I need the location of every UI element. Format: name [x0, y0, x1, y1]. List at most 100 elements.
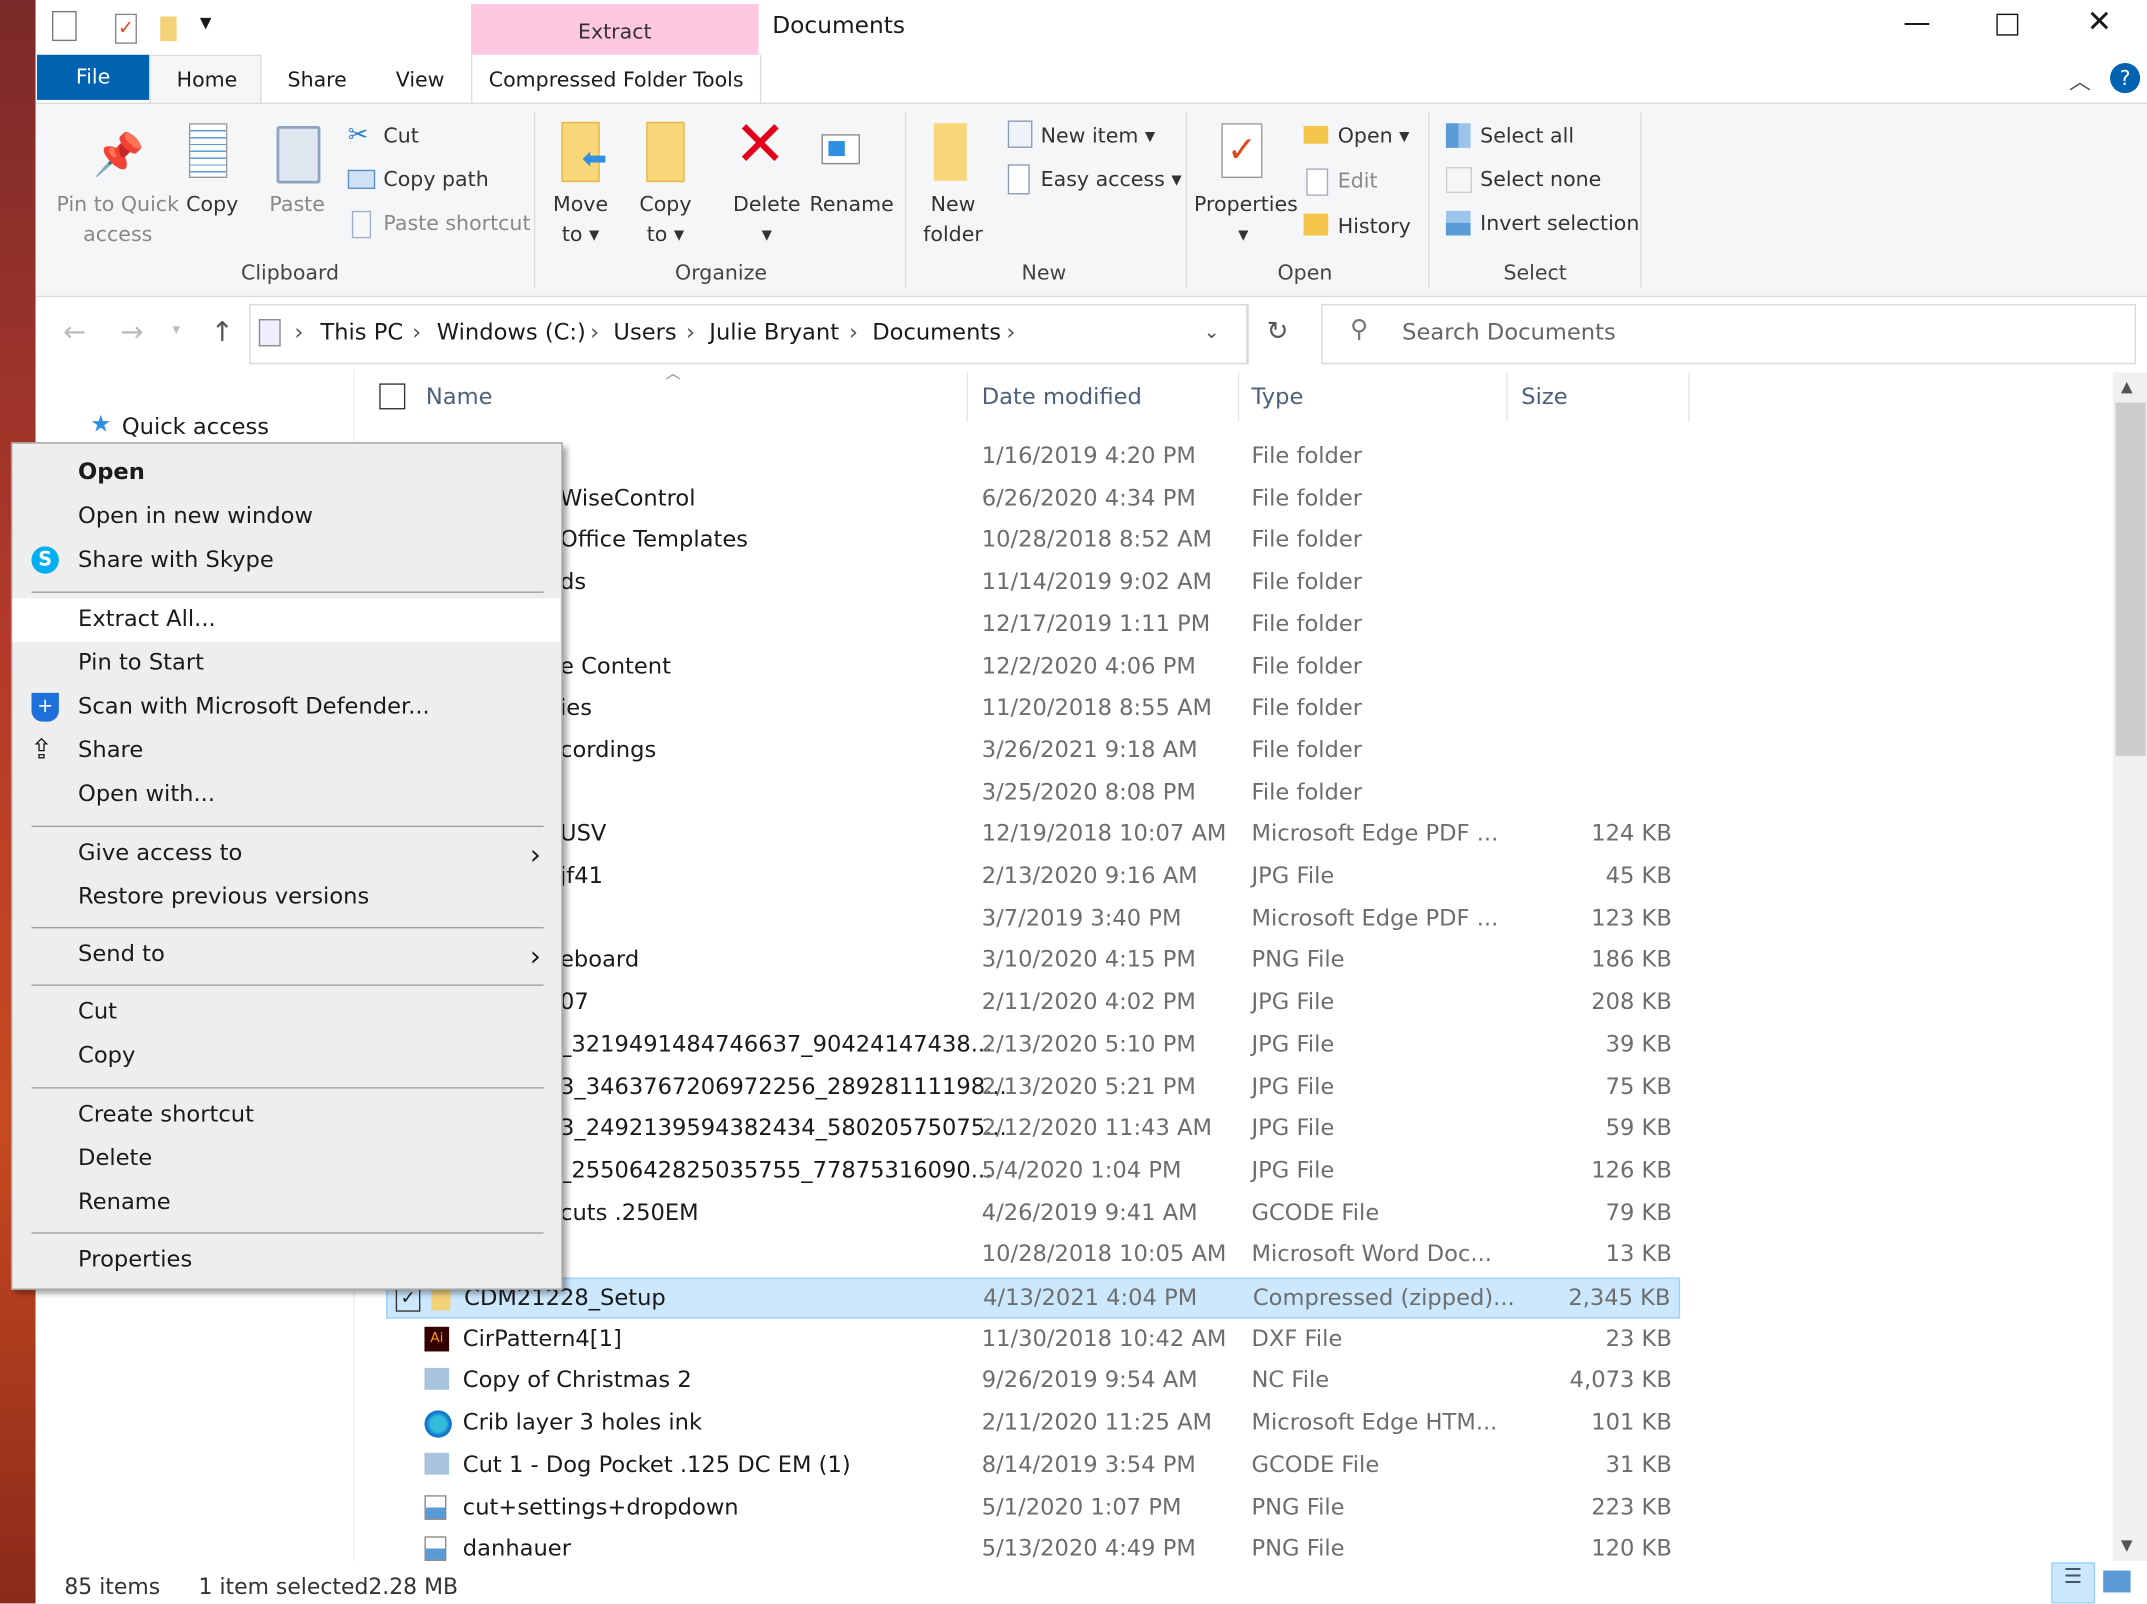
- file-row[interactable]: _3219491484746637_90424147438...2/13/202…: [386, 1025, 1680, 1066]
- delete-button[interactable]: Delete▾: [731, 189, 802, 249]
- minimize-button[interactable]: —: [1903, 5, 1930, 38]
- column-header-type[interactable]: Type: [1252, 383, 1304, 409]
- up-button[interactable]: ↑: [211, 315, 234, 348]
- file-row[interactable]: Cut 1 - Dog Pocket .125 DC EM (1)8/14/20…: [386, 1446, 1680, 1487]
- search-box[interactable]: ⚲ Search Documents: [1321, 304, 2136, 364]
- breadcrumb-chevron[interactable]: ›: [294, 319, 303, 345]
- breadcrumb-chevron[interactable]: ›: [686, 319, 695, 345]
- paste-button[interactable]: Paste: [266, 189, 329, 219]
- menu-item-copy[interactable]: Copy: [12, 1036, 560, 1080]
- column-divider[interactable]: [1688, 372, 1689, 421]
- menu-item-extract-all[interactable]: Extract All...: [12, 598, 560, 642]
- menu-item-properties[interactable]: Properties: [12, 1239, 560, 1283]
- folder-qat-icon[interactable]: [160, 16, 176, 41]
- address-bar[interactable]: › This PC › Windows (C:) › Users › Julie…: [249, 304, 1249, 364]
- file-row[interactable]: eboard3/10/2020 4:15 PMPNG File186 KB: [386, 941, 1680, 982]
- copy-button[interactable]: Copy: [181, 189, 244, 219]
- file-row[interactable]: Crib layer 3 holes ink2/11/2020 11:25 AM…: [386, 1404, 1680, 1445]
- select-all-checkbox[interactable]: [379, 383, 405, 409]
- breadcrumb-this-pc[interactable]: This PC: [320, 319, 403, 345]
- breadcrumb-chevron[interactable]: ›: [1006, 319, 1015, 345]
- file-row[interactable]: Copy of Christmas 29/26/2019 9:54 AMNC F…: [386, 1362, 1680, 1403]
- breadcrumb-chevron[interactable]: ›: [590, 319, 599, 345]
- file-row[interactable]: cordings3/26/2021 9:18 AMFile folder: [386, 731, 1680, 772]
- file-row[interactable]: cut+settings+dropdown5/1/2020 1:07 PMPNG…: [386, 1488, 1680, 1529]
- new-folder-button[interactable]: Newfolder: [917, 189, 988, 249]
- menu-item-cut[interactable]: Cut: [12, 992, 560, 1036]
- menu-item-give-access-to[interactable]: Give access to›: [12, 832, 560, 876]
- pin-to-quick-access-button[interactable]: Pin to Quickaccess: [44, 189, 192, 249]
- tab-share[interactable]: Share: [288, 67, 347, 92]
- column-header-size[interactable]: Size: [1521, 383, 1567, 409]
- file-row[interactable]: AiCirPattern4[1]11/30/2018 10:42 AMDXF F…: [386, 1320, 1680, 1361]
- menu-item-create-shortcut[interactable]: Create shortcut: [12, 1093, 560, 1137]
- collapse-ribbon-icon[interactable]: ︿: [2069, 63, 2091, 96]
- scroll-down-icon[interactable]: ▼: [2121, 1536, 2133, 1554]
- open-button[interactable]: Open ▾: [1338, 123, 1410, 148]
- file-row[interactable]: e Content12/2/2020 4:06 PMFile folder: [386, 647, 1680, 688]
- extract-tab-label[interactable]: Extract: [471, 19, 759, 44]
- file-row[interactable]: jf412/13/2020 9:16 AMJPG File45 KB: [386, 857, 1680, 898]
- rename-button[interactable]: Rename: [809, 189, 894, 219]
- new-item-button[interactable]: New item ▾: [1041, 123, 1156, 148]
- edit-button[interactable]: Edit: [1338, 168, 1378, 193]
- recent-locations-button[interactable]: ▾: [173, 320, 181, 338]
- tab-file[interactable]: File: [37, 55, 149, 100]
- file-row[interactable]: ✓CDM21228_Setup4/13/2021 4:04 PMCompress…: [386, 1278, 1680, 1319]
- breadcrumb-chevron[interactable]: ›: [412, 319, 421, 345]
- file-row[interactable]: ies11/20/2018 8:55 AMFile folder: [386, 689, 1680, 730]
- forward-button[interactable]: →: [120, 315, 143, 348]
- properties-button[interactable]: Properties▾: [1194, 189, 1293, 249]
- address-dropdown-icon[interactable]: ⌄: [1204, 322, 1220, 344]
- file-row[interactable]: 1/16/2019 4:20 PMFile folder: [386, 437, 1680, 478]
- help-icon[interactable]: ?: [2110, 63, 2140, 93]
- breadcrumb-chevron[interactable]: ›: [849, 319, 858, 345]
- file-row[interactable]: ds11/14/2019 9:02 AMFile folder: [386, 563, 1680, 604]
- file-row[interactable]: 072/11/2020 4:02 PMJPG File208 KB: [386, 983, 1680, 1024]
- select-none-button[interactable]: Select none: [1480, 167, 1601, 192]
- breadcrumb-julie-bryant[interactable]: Julie Bryant: [709, 319, 839, 345]
- file-row[interactable]: _2550642825035755_77875316090...5/4/2020…: [386, 1151, 1680, 1192]
- file-row[interactable]: danhauer5/13/2020 4:49 PMPNG File120 KB: [386, 1530, 1680, 1571]
- history-button[interactable]: History: [1338, 214, 1411, 239]
- column-header-name[interactable]: Name: [426, 383, 493, 409]
- file-row[interactable]: Office Templates10/28/2018 8:52 AMFile f…: [386, 521, 1680, 562]
- paste-shortcut-button[interactable]: Paste shortcut: [383, 211, 530, 236]
- file-row[interactable]: cuts .250EM4/26/2019 9:41 AMGCODE File79…: [386, 1193, 1680, 1234]
- file-row[interactable]: 3_2492139594382434_58020575075...2/12/20…: [386, 1109, 1680, 1150]
- details-view-button[interactable]: ☰: [2051, 1562, 2095, 1603]
- menu-item-share-with-skype[interactable]: SShare with Skype: [12, 540, 560, 584]
- maximize-button[interactable]: [1996, 14, 2018, 36]
- checkmark-qat-icon[interactable]: ✓: [115, 14, 137, 44]
- move-to-button[interactable]: Moveto ▾: [545, 189, 616, 249]
- menu-item-open-with[interactable]: Open with...: [12, 774, 560, 818]
- menu-item-pin-to-start[interactable]: Pin to Start: [12, 642, 560, 686]
- breadcrumb-documents[interactable]: Documents: [872, 319, 1001, 345]
- cut-button[interactable]: Cut: [383, 123, 418, 148]
- menu-item-share[interactable]: ⇪Share: [12, 730, 560, 774]
- menu-item-open-in-new-window[interactable]: Open in new window: [12, 496, 560, 540]
- menu-item-send-to[interactable]: Send to›: [12, 934, 560, 978]
- large-icons-view-button[interactable]: [2103, 1571, 2130, 1593]
- column-header-date[interactable]: Date modified: [982, 383, 1142, 409]
- menu-item-scan-with-microsoft-defender[interactable]: +Scan with Microsoft Defender...: [12, 686, 560, 730]
- properties-qat-icon[interactable]: [52, 11, 77, 41]
- menu-item-restore-previous-versions[interactable]: Restore previous versions: [12, 876, 560, 920]
- tab-view[interactable]: View: [396, 67, 445, 92]
- refresh-icon[interactable]: ↻: [1267, 316, 1289, 346]
- back-button[interactable]: ←: [63, 315, 86, 348]
- file-row[interactable]: 3/7/2019 3:40 PMMicrosoft Edge PDF ...12…: [386, 899, 1680, 940]
- close-button[interactable]: ✕: [2087, 5, 2112, 39]
- select-all-button[interactable]: Select all: [1480, 123, 1574, 148]
- row-checkbox[interactable]: ✓: [396, 1287, 421, 1312]
- tab-compressed-folder-tools[interactable]: Compressed Folder Tools: [471, 55, 761, 104]
- invert-selection-button[interactable]: Invert selection: [1480, 211, 1639, 236]
- scroll-up-icon[interactable]: ▲: [2121, 378, 2133, 396]
- nav-quick-access[interactable]: Quick access: [122, 414, 269, 440]
- file-row[interactable]: WiseControl6/26/2020 4:34 PMFile folder: [386, 479, 1680, 520]
- scrollbar-thumb[interactable]: [2116, 403, 2146, 756]
- easy-access-button[interactable]: Easy access ▾: [1041, 167, 1182, 192]
- column-divider[interactable]: [1506, 372, 1507, 421]
- file-row[interactable]: 3/25/2020 8:08 PMFile folder: [386, 773, 1680, 814]
- breadcrumb-windows-c[interactable]: Windows (C:): [437, 319, 586, 345]
